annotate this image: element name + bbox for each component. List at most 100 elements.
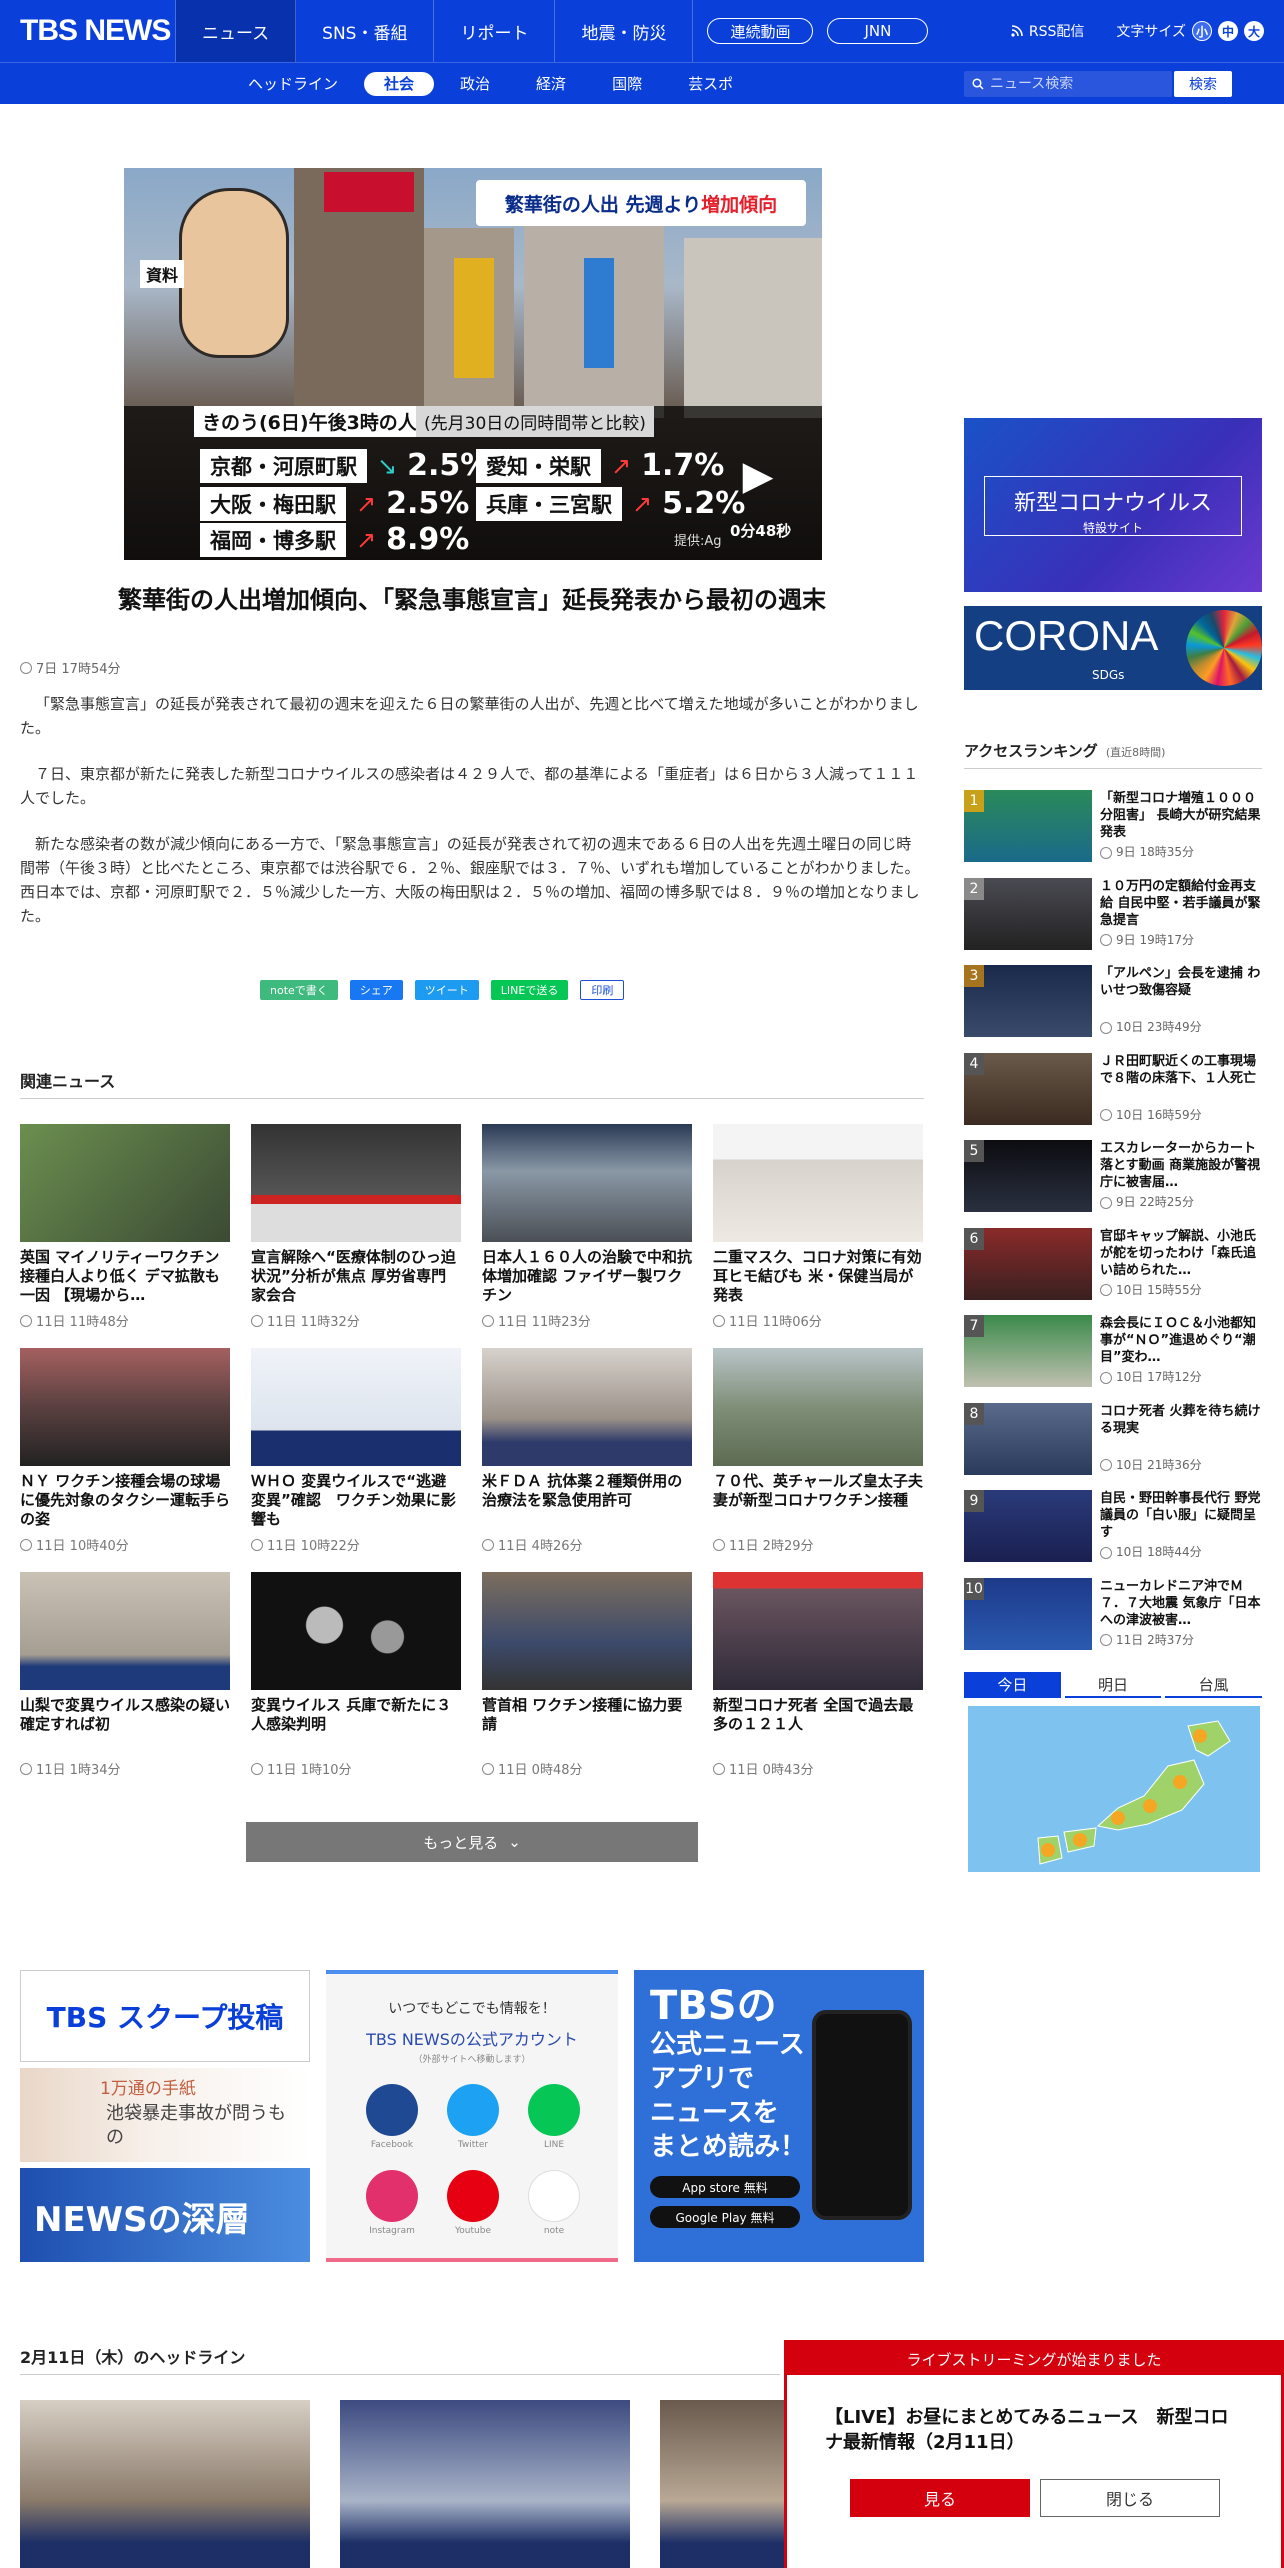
video-banner: 繁華街の人出 先週より 増加傾向 [476, 180, 806, 226]
clock-icon [482, 1314, 494, 1327]
video-banner-highlight: 増加傾向 [701, 193, 778, 216]
font-small-button[interactable]: 小 [1192, 21, 1212, 41]
search-button[interactable]: 検索 [1174, 71, 1232, 97]
ranking-item[interactable]: 10 ニューカレドニア沖でＭ７．７大地震 気象庁「日本への津波被害… 11日 2時3… [964, 1574, 1262, 1662]
ranking-item[interactable]: 9 自民・野田幹事長代行 野党議員の「白い服」に疑問呈す 10日 18時44分 [964, 1486, 1262, 1574]
related-card[interactable]: 宣言解除へ“医療体制のひっ迫状況”分析が焦点 厚労省専門家会合 11日 11時32… [251, 1124, 461, 1330]
ranking-item[interactable]: 7 森会長にＩＯＣ＆小池都知事が“ＮＯ”進退めぐり“潮目”変わ… 10日 17時12… [964, 1311, 1262, 1399]
instagram-icon[interactable] [366, 2170, 418, 2222]
card-time: 11日 10時22分 [251, 1535, 461, 1554]
cat-entertainment-sports[interactable]: 芸スポ [668, 72, 753, 96]
clock-icon [1100, 1109, 1112, 1121]
ranking-item[interactable]: 3 「アルペン」会長を逮捕 わいせつ致傷容疑 10日 23時49分 [964, 961, 1262, 1049]
facebook-share-button[interactable]: シェア [349, 980, 403, 1000]
nav-disaster[interactable]: 地震・防災 [555, 0, 694, 62]
rank-number: 5 [964, 1140, 984, 1162]
related-card[interactable]: 日本人１６０人の治験で中和抗体増加確認 ファイザー製ワクチン 11日 11時23分 [482, 1124, 692, 1330]
corona-special-banner[interactable]: 新型コロナウイルス 特設サイト [964, 418, 1262, 592]
print-button[interactable]: 印刷 [580, 980, 625, 1000]
deep-news-banner[interactable]: NEWSの深層 [20, 2168, 310, 2262]
scoop-story-banner[interactable]: 1万通の手紙 池袋暴走事故が問うもの [20, 2068, 310, 2162]
app-store-button[interactable]: App store 無料 [650, 2176, 800, 2198]
popup-message[interactable]: 【LIVE】お昼にまとめてみるニュース 新型コロナ最新情報（2月11日） [825, 2405, 1245, 2455]
related-card[interactable]: 二重マスク、コロナ対策に有効 耳ヒモ結びも 米・保健当局が発表 11日 11時06… [713, 1124, 923, 1330]
play-icon[interactable]: ▶ [732, 450, 784, 502]
nav-sns[interactable]: SNS・番組 [296, 0, 435, 62]
note-label: note [543, 2226, 565, 2236]
watch-button[interactable]: 見る [850, 2479, 1030, 2517]
video-panel-title: きのう(6日)午後3時の人出 [194, 406, 444, 437]
app-banner[interactable]: TBSの 公式ニュース アプリで ニュースを まとめ読み！ App store … [634, 1970, 924, 2262]
cat-politics[interactable]: 政治 [440, 72, 510, 96]
note-share-button[interactable]: noteで書く [260, 980, 338, 1000]
article-paragraph: ７日、東京都が新たに発表した新型コロナウイルスの感染者は４２９人で、都の基準によ… [20, 765, 919, 807]
corona-sdgs-sub: SDGs [1092, 668, 1125, 682]
ranking-item[interactable]: 6 官邸キャップ解説、小池氏が舵を切ったわけ「森氏追い詰められた… 10日 15時5… [964, 1224, 1262, 1312]
stat-aichi: 愛知・栄駅 ↗ 1.7% [476, 448, 724, 483]
stat-station: 兵庫・三宮駅 [476, 486, 622, 521]
stat-value: 1.7% [641, 448, 725, 483]
related-card[interactable]: 新型コロナ死者 全国で過去最多の１２１人 11日 0時43分 [713, 1572, 923, 1778]
serial-video-button[interactable]: 連続動画 [707, 18, 814, 44]
ranking-item[interactable]: 5 エスカレーターからカート落とす動画 商業施設が警視庁に被害届… 9日 22時25… [964, 1136, 1262, 1224]
facebook-icon[interactable] [366, 2084, 418, 2136]
rss-label: RSS配信 [1028, 24, 1085, 40]
jnn-button[interactable]: JNN [827, 18, 929, 44]
ranking-item[interactable]: 1 「新型コロナ増殖１０００分阻害」 長崎大が研究結果発表 9日 18時35分 [964, 786, 1262, 874]
main-nav: ニュース SNS・番組 リポート 地震・防災 [176, 0, 694, 62]
google-play-button[interactable]: Google Play 無料 [650, 2206, 800, 2228]
arrow-up-icon: ↗ [632, 489, 653, 518]
ranking-item[interactable]: 2 １０万円の定額給付金再支給 自民中堅・若手議員が緊急提言 9日 19時17分 [964, 874, 1262, 962]
scoop-banner[interactable]: TBS スクープ投稿 [20, 1970, 310, 2062]
more-button[interactable]: もっと見る ⌄ [246, 1822, 698, 1862]
rss-link[interactable]: RSS配信 [1011, 21, 1085, 41]
thumbnail: 1 [964, 790, 1092, 862]
twitter-icon[interactable] [447, 2084, 499, 2136]
rank-number: 9 [964, 1490, 984, 1512]
tab-tomorrow[interactable]: 明日 [1064, 1672, 1162, 1698]
related-card[interactable]: ７０代、英チャールズ皇太子夫妻が新型コロナワクチン接種 11日 2時29分 [713, 1348, 923, 1554]
corona-sdgs-title: CORONA [974, 612, 1159, 659]
cat-headline[interactable]: ヘッドライン [228, 72, 358, 96]
cat-economy[interactable]: 経済 [516, 72, 586, 96]
cat-society[interactable]: 社会 [364, 71, 435, 96]
headline-card[interactable] [20, 2400, 310, 2568]
twitter-share-button[interactable]: ツイート [414, 980, 479, 1000]
line-icon[interactable] [528, 2084, 580, 2136]
nav-report[interactable]: リポート [434, 0, 556, 62]
tab-today[interactable]: 今日 [964, 1672, 1061, 1698]
card-title: 変異ウイルス 兵庫で新たに３人感染判明 [251, 1696, 452, 1733]
ranking-item[interactable]: 8 コロナ死者 火葬を待ち続ける現実 10日 21時36分 [964, 1399, 1262, 1487]
tab-typhoon[interactable]: 台風 [1165, 1672, 1263, 1698]
font-medium-button[interactable]: 中 [1218, 21, 1238, 41]
stat-value: 5.2% [662, 486, 746, 521]
ranking-note: (直近8時間) [1105, 746, 1166, 759]
site-logo[interactable]: TBS NEWS [0, 0, 176, 62]
related-card[interactable]: 菅首相 ワクチン接種に協力要請 11日 0時48分 [482, 1572, 692, 1778]
youtube-icon[interactable] [447, 2170, 499, 2222]
related-card[interactable]: 山梨で変異ウイルス感染の疑い 確定すれば初 11日 1時34分 [20, 1572, 230, 1778]
clock-icon [251, 1538, 263, 1551]
note-icon[interactable] [528, 2170, 580, 2222]
corona-sdgs-banner[interactable]: CORONA SDGs [964, 606, 1262, 690]
thumbnail [713, 1348, 923, 1466]
related-card[interactable]: ＷＨＯ 変異ウイルスで“逃避変異”確認 ワクチン効果に影響も 11日 10時22分 [251, 1348, 461, 1554]
ranking-title-text: ＪＲ田町駅近くの工事現場で８階の床落下、１人死亡 [1100, 1053, 1257, 1086]
related-card[interactable]: 変異ウイルス 兵庫で新たに３人感染判明 11日 1時10分 [251, 1572, 461, 1778]
nav-news[interactable]: ニュース [176, 0, 297, 62]
line-share-button[interactable]: LINEで送る [490, 980, 569, 1000]
close-button[interactable]: 閉じる [1040, 2479, 1220, 2517]
weather-map[interactable] [968, 1706, 1260, 1872]
video-duration: 0分48秒 [730, 522, 792, 540]
related-card[interactable]: 米ＦＤＡ 抗体薬２種類併用の治療法を緊急使用許可 11日 4時26分 [482, 1348, 692, 1554]
related-card[interactable]: 英国 マイノリティーワクチン接種白人より低く デマ拡散も一因 【現場から… 11日… [20, 1124, 230, 1330]
cat-international[interactable]: 国際 [592, 72, 662, 96]
related-card[interactable]: ＮＹ ワクチン接種会場の球場に優先対象のタクシー運転手らの姿 11日 10時40分 [20, 1348, 230, 1554]
japan-map-image [1037, 1720, 1231, 1865]
ranking-item[interactable]: 4 ＪＲ田町駅近くの工事現場で８階の床落下、１人死亡 10日 16時59分 [964, 1049, 1262, 1137]
font-large-button[interactable]: 大 [1244, 21, 1264, 41]
thumbnail: 3 [964, 965, 1092, 1037]
search-input[interactable] [990, 76, 1160, 92]
video-player[interactable]: 資料 繁華街の人出 先週より 増加傾向 きのう(6日)午後3時の人出 (先月30日… [124, 168, 822, 560]
headline-card[interactable] [340, 2400, 630, 2568]
